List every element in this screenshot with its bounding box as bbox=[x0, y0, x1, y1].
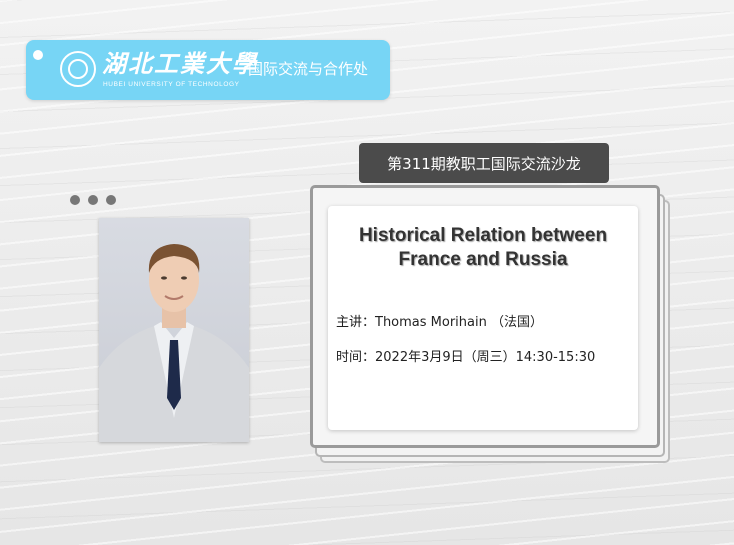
university-seal-icon bbox=[60, 51, 96, 87]
department-name: 国际交流与合作处 bbox=[248, 60, 369, 78]
event-card: Historical Relation between France and R… bbox=[328, 206, 638, 430]
talk-title: Historical Relation between France and R… bbox=[328, 224, 638, 272]
dot-icon bbox=[70, 195, 80, 205]
decorative-dots bbox=[70, 195, 116, 205]
event-series-label: 第311期教职工国际交流沙龙 bbox=[359, 143, 609, 183]
university-name-cn: 湖北工業大學 bbox=[102, 49, 258, 78]
talk-title-line1: Historical Relation between bbox=[358, 225, 608, 246]
talk-title-line2: France and Russia bbox=[398, 249, 568, 270]
speaker-photo bbox=[99, 218, 249, 442]
speaker-line: 主讲：Thomas Morihain （法国） bbox=[336, 315, 543, 330]
speaker-portrait-illustration bbox=[99, 244, 249, 442]
time-line: 时间：2022年3月9日（周三）14:30-15:30 bbox=[336, 350, 596, 365]
header-banner: 湖北工業大學 HUBEI UNIVERSITY OF TECHNOLOGY 国际… bbox=[26, 40, 390, 100]
dot-icon bbox=[106, 195, 116, 205]
dot-icon bbox=[88, 195, 98, 205]
university-name-en: HUBEI UNIVERSITY OF TECHNOLOGY bbox=[103, 81, 240, 88]
banner-dot bbox=[33, 50, 43, 60]
